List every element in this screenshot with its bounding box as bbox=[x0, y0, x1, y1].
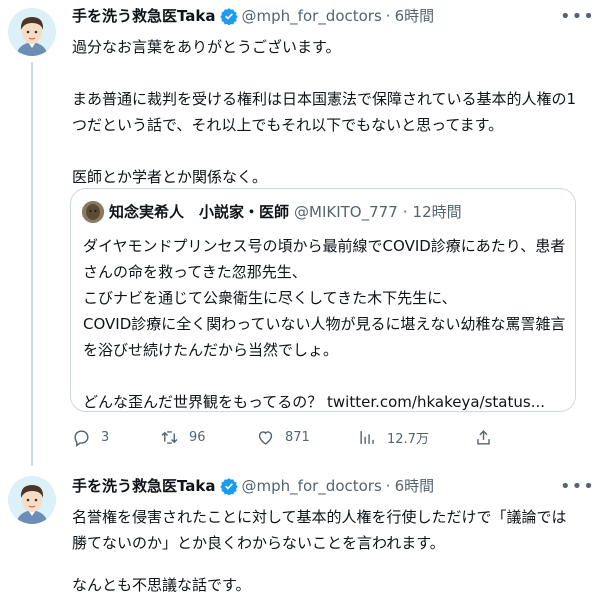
author-name[interactable]: 手を洗う救急医Taka bbox=[72, 6, 216, 26]
tweet-text: 名誉権を侵害されたことに対して基本的人権を行使しただけで「議論では 勝てないのか… bbox=[72, 504, 587, 598]
tweet-line bbox=[72, 60, 587, 86]
quoted-line bbox=[83, 363, 573, 389]
verified-badge-icon bbox=[219, 8, 238, 25]
tweet-line bbox=[72, 138, 587, 164]
reply-count: 3 bbox=[101, 430, 110, 445]
timestamp[interactable]: 6時間 bbox=[395, 476, 435, 496]
author-handle[interactable]: @mph_for_doctors bbox=[242, 476, 382, 496]
quoted-line: どんな歪んだ世界観をもってるの？ twitter.com/hkakeya/sta… bbox=[83, 393, 545, 411]
views-icon bbox=[360, 431, 374, 444]
tweet-line: なんとも不思議な話です。 bbox=[72, 576, 251, 594]
tweet-line: 勝てないのか」とか良くわからないことを言われます。 bbox=[72, 534, 445, 552]
avatar-illustration bbox=[8, 8, 56, 56]
tweet-line bbox=[72, 556, 587, 572]
share-button[interactable] bbox=[474, 428, 493, 447]
reply-button[interactable]: 3 bbox=[72, 428, 109, 447]
tweet-header: 手を洗う救急医Taka @mph_for_doctors · 6時間 bbox=[72, 6, 532, 26]
quoted-line: こびナビを通じて公衆衛生に尽くしてきた木下先生に、 bbox=[83, 289, 457, 307]
retweet-count: 96 bbox=[189, 430, 206, 445]
quoted-avatar-illustration bbox=[82, 201, 104, 223]
more-icon[interactable]: ••• bbox=[560, 8, 595, 26]
like-button[interactable]: 871 bbox=[256, 428, 310, 447]
tweet-line: 名誉権を侵害されたことに対して基本的人権を行使しただけで「議論では bbox=[72, 508, 567, 526]
quoted-tweet-header: 知念実希人 小説家・医師 @MIKITO_777 · 12時間 bbox=[82, 201, 462, 223]
like-count: 871 bbox=[285, 430, 310, 445]
quoted-tweet-card[interactable]: 知念実希人 小説家・医師 @MIKITO_777 · 12時間 ダイヤモンドプリ… bbox=[70, 188, 576, 412]
share-icon bbox=[477, 430, 490, 445]
quoted-line: COVID診療に全く関わっていない人物が見るに堪えない幼稚な罵詈雑言 bbox=[83, 315, 566, 333]
tweet-line: つだという話で、それ以上でもそれ以下でもないと思ってます。 bbox=[72, 116, 504, 134]
view-count: 12.7万 bbox=[387, 432, 429, 447]
quoted-line: を浴びせ続けたんだから当然でしょ。 bbox=[83, 341, 339, 359]
verified-badge-icon bbox=[219, 478, 238, 495]
tweet-header: 手を洗う救急医Taka @mph_for_doctors · 6時間 bbox=[72, 476, 532, 496]
quoted-timestamp[interactable]: 12時間 bbox=[413, 202, 462, 222]
avatar-illustration bbox=[8, 476, 56, 524]
separator-dot: · bbox=[385, 7, 391, 25]
retweet-button[interactable]: 96 bbox=[160, 428, 206, 447]
quoted-tweet-text: ダイヤモンドプリンセス号の頃から最前線でCOVID診療にあたり、患者 さんの命を… bbox=[83, 233, 573, 415]
quoted-author-handle[interactable]: @MIKITO_777 bbox=[294, 202, 398, 222]
quoted-avatar[interactable] bbox=[82, 201, 104, 223]
avatar[interactable] bbox=[8, 8, 56, 56]
like-icon bbox=[258, 431, 273, 445]
thread-connector bbox=[31, 62, 33, 466]
quoted-author-name[interactable]: 知念実希人 小説家・医師 bbox=[109, 202, 289, 222]
tweet-line: 過分なお言葉をありがとうございます。 bbox=[72, 38, 341, 56]
tweet-text: 過分なお言葉をありがとうございます。 まあ普通に裁判を受ける権利は日本国憲法で保… bbox=[72, 34, 587, 190]
views-button[interactable]: 12.7万 bbox=[358, 428, 429, 447]
retweet-icon bbox=[161, 431, 178, 444]
tweet-line: まあ普通に裁判を受ける権利は日本国憲法で保障されている基本的人権の1 bbox=[72, 90, 577, 108]
avatar[interactable] bbox=[8, 476, 56, 524]
author-handle[interactable]: @mph_for_doctors bbox=[242, 6, 382, 26]
reply-icon bbox=[74, 430, 89, 447]
timestamp[interactable]: 6時間 bbox=[395, 6, 435, 26]
quoted-line: さんの命を救ってきた忽那先生、 bbox=[83, 263, 307, 281]
separator-dot: · bbox=[385, 477, 391, 495]
separator-dot: · bbox=[402, 203, 408, 221]
more-icon[interactable]: ••• bbox=[560, 478, 595, 496]
author-name[interactable]: 手を洗う救急医Taka bbox=[72, 476, 216, 496]
tweet-line: 医師とか学者とか関係なく。 bbox=[72, 168, 268, 186]
quoted-line: ダイヤモンドプリンセス号の頃から最前線でCOVID診療にあたり、患者 bbox=[83, 237, 566, 255]
